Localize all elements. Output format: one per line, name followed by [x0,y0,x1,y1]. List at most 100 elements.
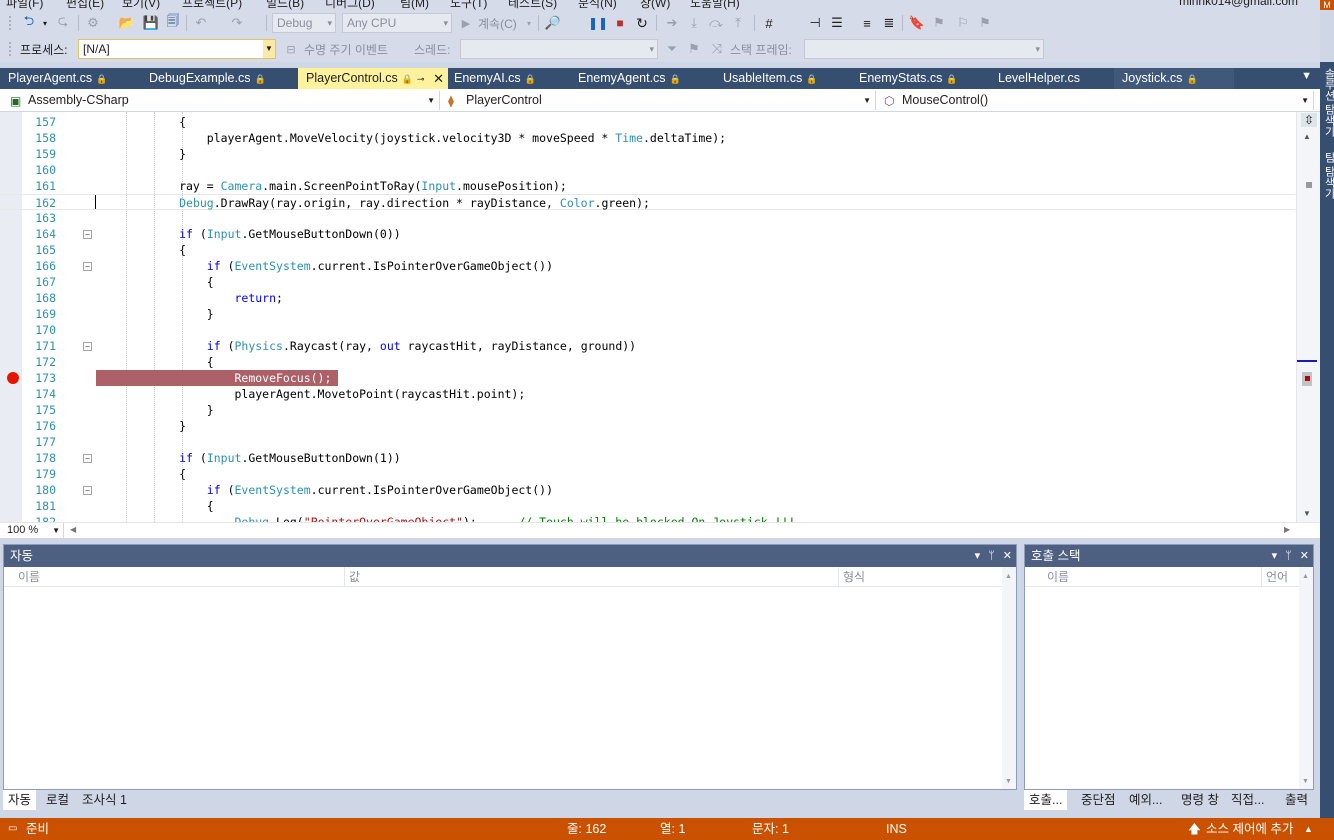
scroll-up-icon[interactable]: ▲ [1005,573,1012,580]
scrollbar-thumb[interactable] [1306,182,1312,188]
scroll-up-icon[interactable]: ▲ [1303,132,1311,141]
previous-bookmark-icon[interactable]: ⚑ [930,14,948,32]
go-to-source-icon[interactable]: ⊣ [806,14,824,32]
toolbar-grip[interactable] [8,15,12,31]
code-line[interactable]: 176 } [0,418,1295,434]
code-line[interactable]: 182 Debug.Log("PointerOverGameObject"); … [0,514,1295,522]
column-value[interactable]: 값 [344,567,838,587]
tab-command-window[interactable]: 명령 창 [1176,790,1224,810]
tab-levelhelper[interactable]: LevelHelper.cs [990,68,1100,89]
code-line[interactable]: 170 [0,322,1295,338]
chevron-up-icon[interactable]: ▲ [1304,818,1313,840]
process-combo[interactable]: [N/A] ▼ [78,39,276,59]
zoom-combo[interactable]: 100 % ▼ [4,523,64,538]
code-line[interactable]: 163 [0,210,1295,226]
undo-icon[interactable]: ↶ [192,14,210,32]
member-combo[interactable]: ⬡ MouseControl() ▼ [878,91,1314,110]
column-name[interactable]: 이름 [14,567,344,587]
align-icon[interactable]: ☰ [828,14,846,32]
tab-callstack[interactable]: 호출... [1024,790,1068,810]
continue-button[interactable]: 계속(C) [478,15,517,32]
stop-icon[interactable]: ■ [612,14,628,32]
collapse-icon[interactable]: − [83,486,92,495]
lifecycle-events-icon[interactable]: ⊟ [284,40,298,58]
scroll-up-icon[interactable]: ▲ [1302,573,1309,580]
redo-icon[interactable]: ↷ [228,14,246,32]
tab-locals[interactable]: 로컬 [41,790,74,810]
code-line[interactable]: 164 − if (Input.GetMouseButtonDown(0)) [0,226,1295,242]
scroll-down-icon[interactable]: ▼ [1303,509,1311,518]
hex-display-icon[interactable]: # [760,14,778,32]
tab-autos[interactable]: 자동 [3,790,37,810]
code-line[interactable]: 172 { [0,354,1295,370]
code-line[interactable]: 166 − if (EventSystem.current.IsPointerOv… [0,258,1295,274]
platform-combo[interactable]: Any CPU ▾ [342,13,452,33]
stackframe-combo[interactable]: ▾ [804,39,1044,59]
tab-playeragent[interactable]: PlayerAgent.cs 🔒 [0,68,124,89]
toolbar-grip[interactable] [8,41,12,57]
navigate-forward-icon[interactable]: ⮎ [54,13,72,32]
close-icon[interactable]: ✕ [1300,550,1309,562]
add-to-source-control-button[interactable]: 소스 제어에 추가 [1206,818,1293,840]
window-position-icon[interactable]: ▾ [975,550,981,562]
filter-icon[interactable]: ⏷ [664,40,680,58]
pin-icon[interactable]: ᛘ [988,550,995,562]
menu-help[interactable]: 도움말(H) [690,0,740,10]
menu-build[interactable]: 빌드(B) [266,0,304,10]
tab-debugexample[interactable]: DebugExample.cs 🔒 [141,68,279,89]
code-line[interactable]: 171 − if (Physics.Raycast(ray, out raycas… [0,338,1295,354]
breakpoint-icon[interactable] [7,372,19,384]
pin-icon[interactable]: ᛘ [1285,550,1292,562]
menu-project[interactable]: 프로젝트(P) [182,0,242,10]
editor-vertical-scrollbar[interactable]: ⇳ ▲ ▼ [1296,112,1320,522]
new-project-icon[interactable]: ⚙ [84,14,102,32]
tab-enemystats[interactable]: EnemyStats.cs 🔒 [851,68,981,89]
code-line[interactable]: 159 } [0,146,1295,162]
code-line[interactable]: 179 { [0,466,1295,482]
menu-team[interactable]: 팀(M) [400,0,429,10]
tab-watch1[interactable]: 조사식 1 [77,790,132,810]
step-into-icon[interactable]: ⤓ [686,14,702,32]
class-combo[interactable]: ⧫ PlayerControl ▼ [442,91,876,110]
menu-tools[interactable]: 도구(T) [450,0,487,10]
code-line[interactable]: 177 [0,434,1295,450]
code-line[interactable]: 158 playerAgent.MoveVelocity(joystick.ve… [0,130,1295,146]
menu-debug[interactable]: 디버그(D) [325,0,375,10]
code-line[interactable]: 173 RemoveFocus(); [0,370,1295,386]
close-icon[interactable]: ✕ [433,68,444,89]
continue-icon[interactable]: ▶ [460,14,472,32]
solution-explorer-tab[interactable]: 솔루션 탐색기 [1321,68,1334,137]
navigate-back-icon[interactable]: ⮌ [20,13,38,32]
callstack-scrollbar[interactable]: ▲ ▼ [1299,567,1313,789]
tab-immediate[interactable]: 직접... [1226,790,1269,810]
attach-process-icon[interactable]: 🔎 [544,14,562,32]
menu-view[interactable]: 보기(V) [122,0,160,10]
team-explorer-tab[interactable]: 팀 탐색기 [1321,152,1334,199]
tab-enemyai[interactable]: EnemyAI.cs 🔒 [446,68,554,89]
project-combo[interactable]: ▣ Assembly-CSharp ▼ [4,91,440,110]
code-line[interactable]: 168 return; [0,290,1295,306]
code-line[interactable]: 167 { [0,274,1295,290]
scroll-down-icon[interactable]: ▼ [1005,778,1012,785]
restart-icon[interactable]: ↻ [634,14,650,32]
comment-lines-icon[interactable]: ≡ [858,14,876,32]
tab-overflow-icon[interactable]: ▼ [1301,70,1312,82]
close-icon[interactable]: ✕ [1003,550,1012,562]
menu-test[interactable]: 테스트(S) [508,0,557,10]
code-line[interactable]: 162 Debug.DrawRay(ray.origin, ray.direct… [0,194,1295,210]
step-out-icon[interactable]: ⤒ [730,14,746,32]
show-next-statement-icon[interactable]: ➔ [664,14,680,32]
thread-combo[interactable]: ▾ [460,39,658,59]
code-line[interactable]: 181 { [0,498,1295,514]
autos-scrollbar[interactable]: ▲ ▼ [1002,567,1016,789]
code-line[interactable]: 174 playerAgent.MovetoPoint(raycastHit.p… [0,386,1295,402]
expand-callstack-icon[interactable]: ⤨ [708,40,726,58]
menu-file[interactable]: 파일(F) [6,0,43,10]
scroll-left-icon[interactable]: ◀ [70,525,76,534]
save-icon[interactable]: 💾 [142,14,160,32]
open-file-icon[interactable]: 📂 [118,14,136,32]
menu-window[interactable]: 창(W) [640,0,670,10]
collapse-icon[interactable]: − [83,454,92,463]
code-line[interactable]: 175 } [0,402,1295,418]
code-line[interactable]: 157 { [0,114,1295,130]
